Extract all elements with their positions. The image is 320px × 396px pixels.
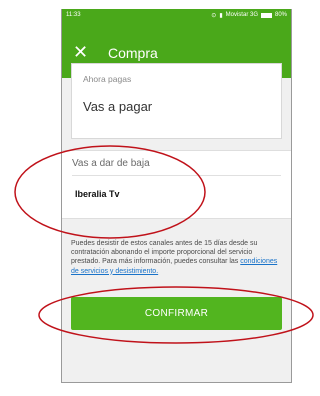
confirm-button[interactable]: CONFIRMAR [71, 297, 282, 330]
status-carrier: Movistar 3G [225, 12, 258, 18]
close-icon[interactable]: ✕ [73, 43, 88, 61]
signal-icon: ▮ [219, 12, 223, 19]
cancel-section: Vas a dar de baja Iberalia Tv [62, 150, 291, 219]
phone-screen: 11:33 ⊙ ▮ Movistar 3G 80% ✕ Compra Ahora… [61, 9, 292, 383]
payment-label: Ahora pagas [83, 74, 132, 84]
payment-card: Ahora pagas Vas a pagar [71, 63, 282, 139]
section-divider [72, 175, 281, 176]
status-time: 11:33 [66, 12, 81, 18]
status-indicators: ⊙ ▮ Movistar 3G 80% [211, 12, 287, 19]
legal-body: Puedes desistir de estos canales antes d… [71, 240, 258, 266]
alarm-icon: ⊙ [211, 12, 217, 19]
legal-text: Puedes desistir de estos canales antes d… [71, 239, 283, 276]
channel-name: Iberalia Tv [75, 189, 120, 199]
cancel-section-title: Vas a dar de baja [72, 158, 150, 169]
battery-icon [260, 12, 272, 18]
status-battery: 80% [274, 12, 287, 18]
payment-value: Vas a pagar [83, 99, 153, 114]
page-title: Compra [108, 45, 158, 61]
status-bar: 11:33 ⊙ ▮ Movistar 3G 80% [62, 9, 291, 21]
